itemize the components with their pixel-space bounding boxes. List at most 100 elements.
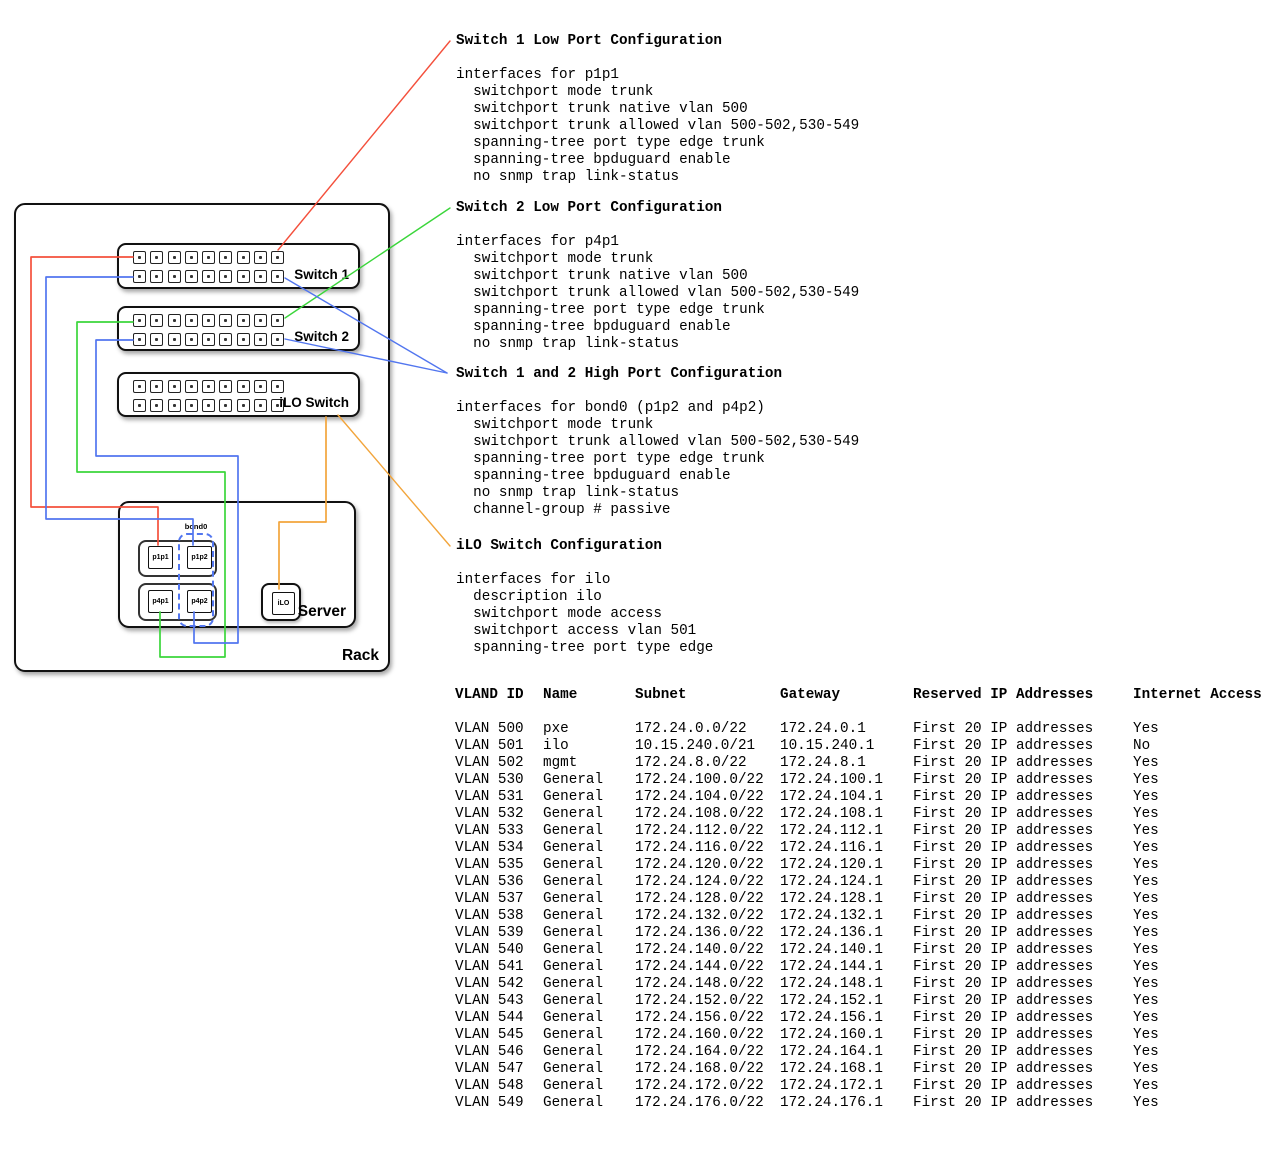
table-cell: 172.24.148.0/22 [635,976,780,993]
table-cell: General [543,1010,635,1027]
switch-port [219,380,232,393]
table-cell: 172.24.164.0/22 [635,1044,780,1061]
config-block-ilo-switch: iLO Switch Configuration interfaces for … [456,538,713,657]
table-cell: 172.24.0.0/22 [635,721,780,738]
ilo-switch-label: iLO Switch [279,395,349,410]
switch-port [185,399,198,412]
switch-2-label: Switch 2 [294,329,349,344]
table-cell: 172.24.0.1 [780,721,913,738]
table-cell: General [543,1061,635,1078]
table-cell: 172.24.164.1 [780,1044,913,1061]
table-cell: 172.24.156.0/22 [635,1010,780,1027]
switch-port [168,333,181,346]
table-cell: First 20 IP addresses [913,1078,1133,1095]
switch-port [133,251,146,264]
table-cell: 172.24.168.1 [780,1061,913,1078]
table-cell: 172.24.128.1 [780,891,913,908]
switch-port [185,314,198,327]
table-row: VLAN 533General172.24.112.0/22172.24.112… [455,823,1273,840]
table-cell: 172.24.152.1 [780,993,913,1010]
table-cell: 172.24.116.0/22 [635,840,780,857]
table-header-cell: Name [543,687,635,704]
switch-port [150,380,163,393]
table-cell: 172.24.160.0/22 [635,1027,780,1044]
table-cell: General [543,1078,635,1095]
table-row: VLAN 540General172.24.140.0/22172.24.140… [455,942,1273,959]
table-cell: 172.24.168.0/22 [635,1061,780,1078]
switch-port [150,270,163,283]
table-cell: General [543,891,635,908]
table-row: VLAN 532General172.24.108.0/22172.24.108… [455,806,1273,823]
table-cell: First 20 IP addresses [913,874,1133,891]
switch-port [237,380,250,393]
table-row: VLAN 530General172.24.100.0/22172.24.100… [455,772,1273,789]
table-cell: Yes [1133,840,1273,857]
switch-port [237,270,250,283]
table-header-cell: VLAND ID [455,687,543,704]
table-cell: General [543,772,635,789]
table-cell: 172.24.104.1 [780,789,913,806]
table-cell: VLAN 545 [455,1027,543,1044]
switch-port [133,314,146,327]
server-port-p4p2: p4p2 [187,590,212,613]
table-cell: 172.24.176.1 [780,1095,913,1112]
switch-port [254,399,267,412]
table-header-cell: Subnet [635,687,780,704]
switch-port [133,270,146,283]
switch-port [202,270,215,283]
table-cell: Yes [1133,925,1273,942]
table-cell: No [1133,738,1273,755]
config-body: interfaces for ilo description ilo switc… [456,572,713,657]
switch-port [219,270,232,283]
table-cell: General [543,874,635,891]
switch-port [185,251,198,264]
vlan-table: VLAND IDNameSubnetGatewayReserved IP Add… [455,687,1273,1112]
table-cell: First 20 IP addresses [913,959,1133,976]
table-cell: Yes [1133,1061,1273,1078]
table-cell: 172.24.140.1 [780,942,913,959]
table-cell: VLAN 531 [455,789,543,806]
switch-port [168,270,181,283]
table-cell: 172.24.144.0/22 [635,959,780,976]
table-cell: First 20 IP addresses [913,840,1133,857]
table-cell: First 20 IP addresses [913,772,1133,789]
table-row: VLAN 543General172.24.152.0/22172.24.152… [455,993,1273,1010]
config-title: Switch 1 Low Port Configuration [456,33,859,50]
table-row: VLAN 500pxe172.24.0.0/22172.24.0.1First … [455,721,1273,738]
table-cell: VLAN 537 [455,891,543,908]
table-cell: 172.24.136.1 [780,925,913,942]
table-cell: 172.24.108.1 [780,806,913,823]
config-title: iLO Switch Configuration [456,538,713,555]
switch-port [271,270,284,283]
switch-port [254,270,267,283]
table-cell: 10.15.240.0/21 [635,738,780,755]
table-cell: 172.24.124.0/22 [635,874,780,891]
table-cell: Yes [1133,1044,1273,1061]
table-cell: First 20 IP addresses [913,1061,1133,1078]
switch-port [237,251,250,264]
table-cell: 172.24.176.0/22 [635,1095,780,1112]
table-cell: Yes [1133,755,1273,772]
server-port-p1p2: p1p2 [187,546,212,569]
switch-port [202,399,215,412]
switch-port [254,251,267,264]
table-cell: First 20 IP addresses [913,1010,1133,1027]
table-cell: 172.24.120.0/22 [635,857,780,874]
server-box: bond0 p1p1 p1p2 p4p1 p4p2 iLO Server [118,501,356,628]
table-row: VLAN 549General172.24.176.0/22172.24.176… [455,1095,1273,1112]
server-port-ilo: iLO [272,592,295,615]
table-row: VLAN 545General172.24.160.0/22172.24.160… [455,1027,1273,1044]
switch-port [237,399,250,412]
table-cell: First 20 IP addresses [913,806,1133,823]
table-cell: Yes [1133,721,1273,738]
table-cell: General [543,857,635,874]
table-cell: VLAN 548 [455,1078,543,1095]
table-cell: First 20 IP addresses [913,1095,1133,1112]
table-cell: General [543,925,635,942]
table-cell: VLAN 543 [455,993,543,1010]
table-cell: 172.24.8.0/22 [635,755,780,772]
table-cell: Yes [1133,1095,1273,1112]
table-cell: VLAN 530 [455,772,543,789]
table-cell: First 20 IP addresses [913,942,1133,959]
table-cell: Yes [1133,789,1273,806]
